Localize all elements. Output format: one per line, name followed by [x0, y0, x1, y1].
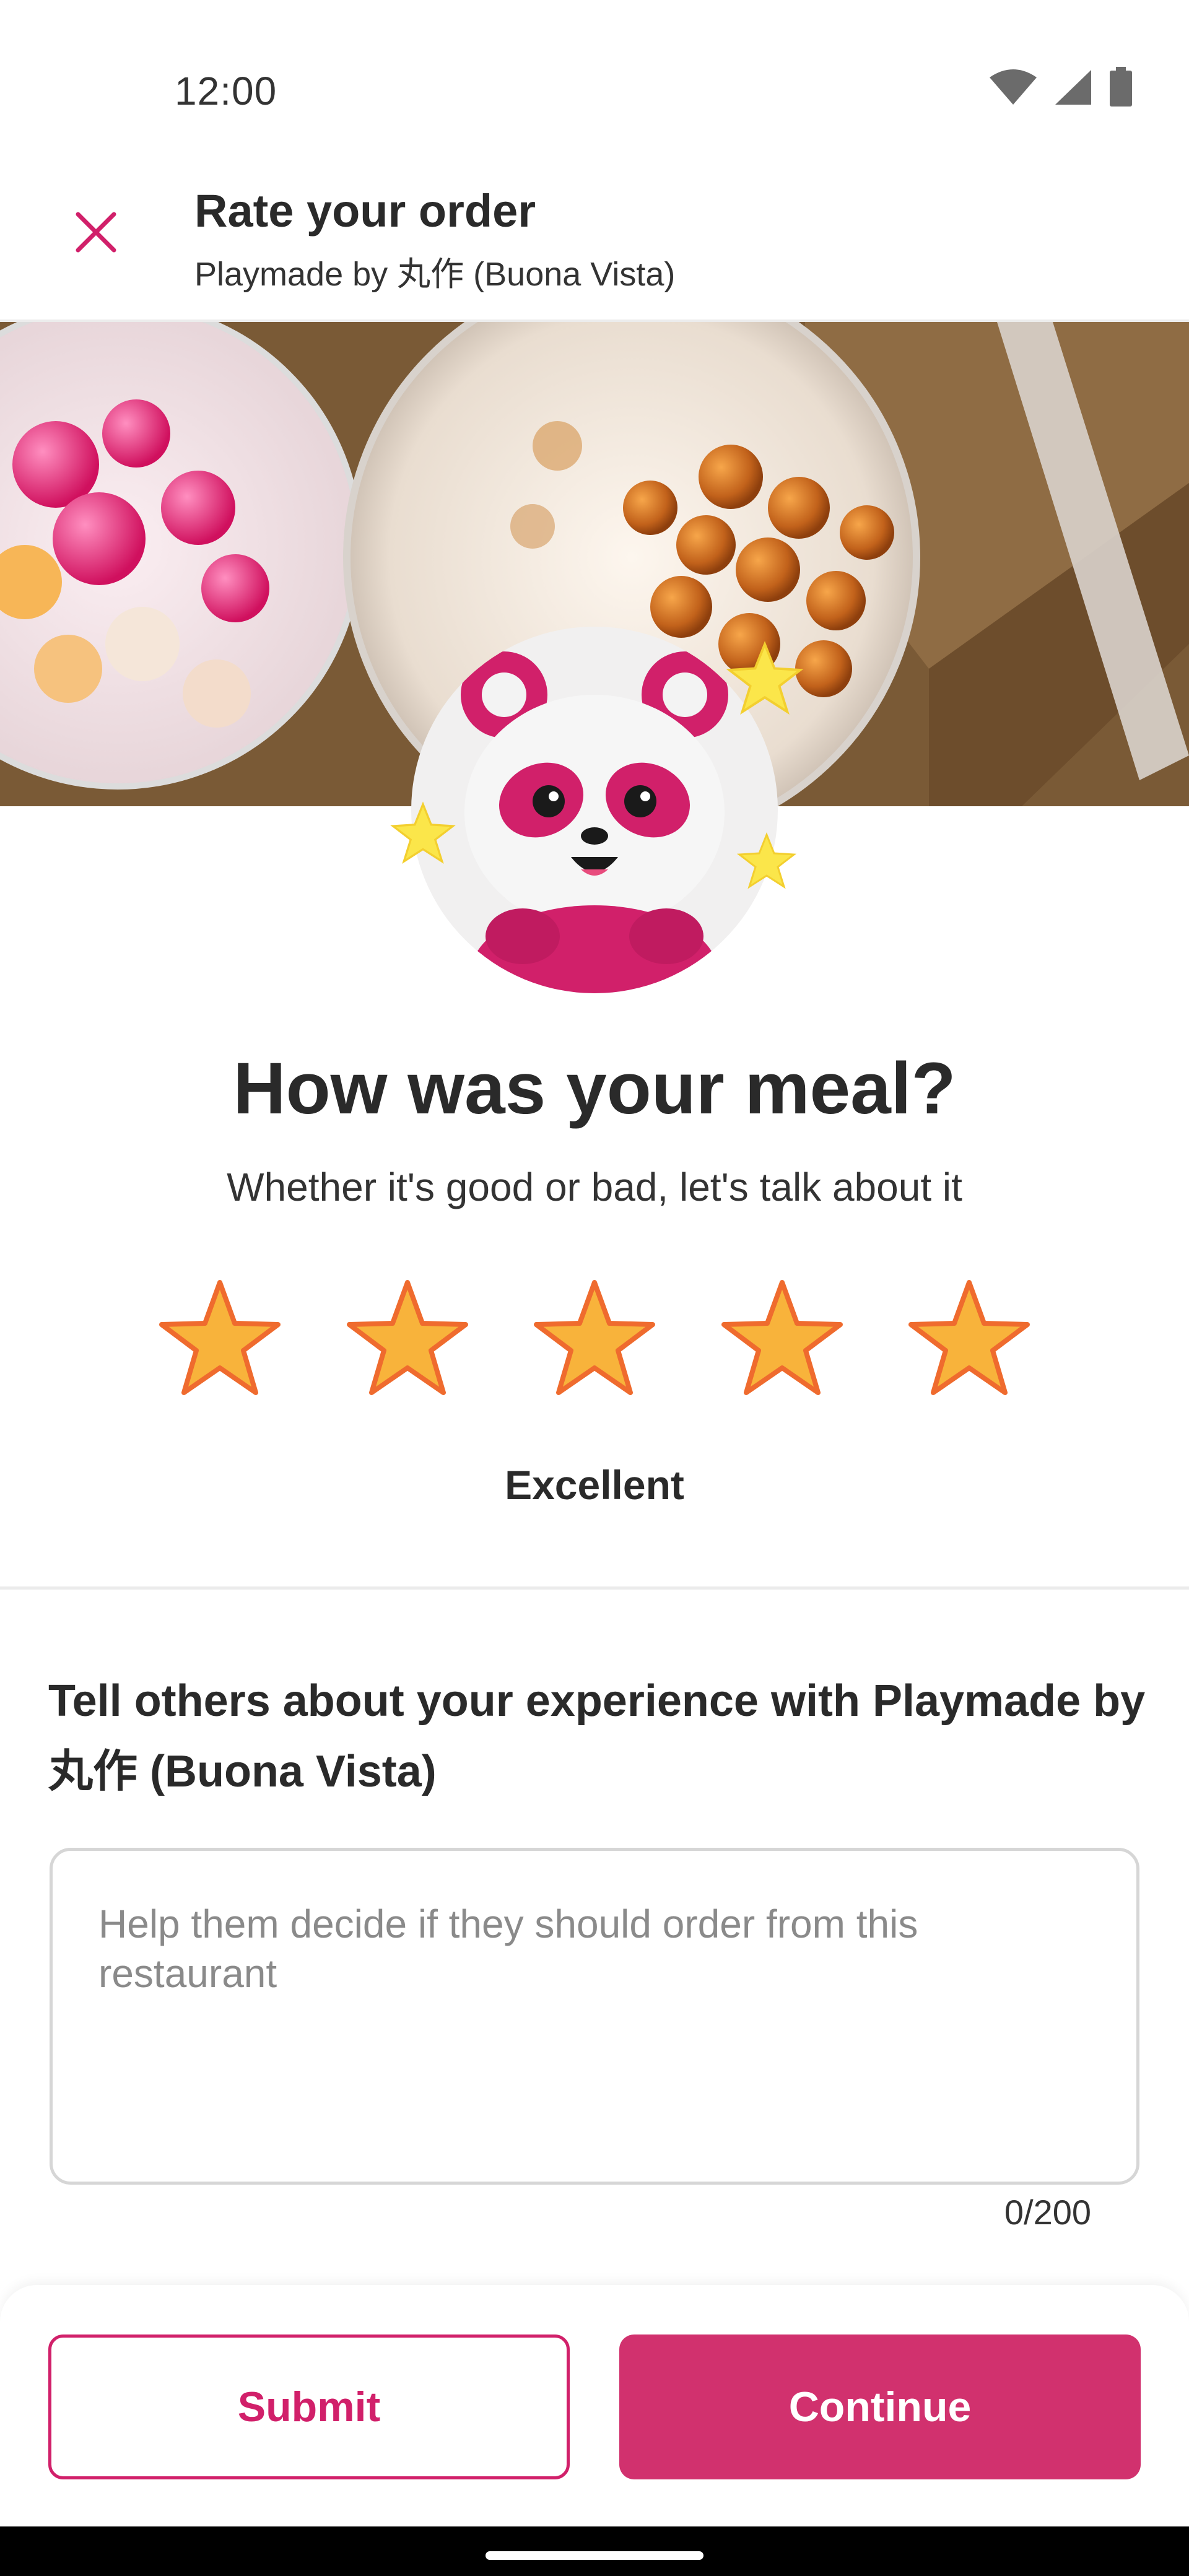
star-2-button[interactable]: [342, 1276, 473, 1399]
star-icon: [346, 1280, 468, 1395]
close-icon: [76, 212, 116, 253]
sparkle-icon: [390, 801, 456, 864]
star-4-button[interactable]: [717, 1276, 847, 1399]
app-header: Rate your order Playmade by 丸作 (Buona Vi…: [0, 142, 1189, 322]
review-heading: Tell others about your experience with P…: [48, 1676, 1146, 1796]
review-field-container: [50, 1848, 1139, 2185]
star-5-button[interactable]: [904, 1276, 1034, 1399]
page-title: Rate your order: [194, 185, 536, 237]
review-textarea[interactable]: [98, 1899, 1091, 2133]
star-icon: [534, 1280, 655, 1395]
star-icon: [908, 1280, 1030, 1395]
star-3-button[interactable]: [529, 1276, 660, 1399]
continue-button[interactable]: Continue: [619, 2334, 1141, 2479]
rating-prompt: Whether it's good or bad, let's talk abo…: [227, 1165, 962, 1209]
panda-mascot-avatar: [411, 627, 778, 993]
sparkle-icon: [736, 832, 797, 889]
battery-icon: [1108, 66, 1133, 111]
status-bar: 12:00: [0, 0, 1189, 142]
restaurant-name: Playmade by 丸作 (Buona Vista): [194, 256, 676, 293]
star-icon: [721, 1280, 843, 1395]
status-time: 12:00: [175, 69, 277, 113]
star-1-button[interactable]: [155, 1276, 285, 1399]
footer-actions: Submit Continue: [0, 2285, 1189, 2526]
submit-button[interactable]: Submit: [48, 2334, 570, 2479]
character-counter: 0/200: [1004, 2193, 1091, 2232]
divider: [0, 1586, 1189, 1590]
sparkle-icon: [726, 641, 804, 715]
wifi-icon: [988, 69, 1038, 109]
status-icons: [988, 66, 1133, 111]
signal-icon: [1054, 69, 1092, 109]
system-nav-bar: [0, 2526, 1189, 2576]
rating-question: How was your meal?: [233, 1048, 956, 1129]
home-gesture-handle[interactable]: [486, 2551, 703, 2560]
star-icon: [159, 1280, 281, 1395]
rating-label: Excellent: [505, 1462, 684, 1508]
close-button[interactable]: [59, 195, 133, 269]
star-rating: [155, 1276, 1034, 1399]
